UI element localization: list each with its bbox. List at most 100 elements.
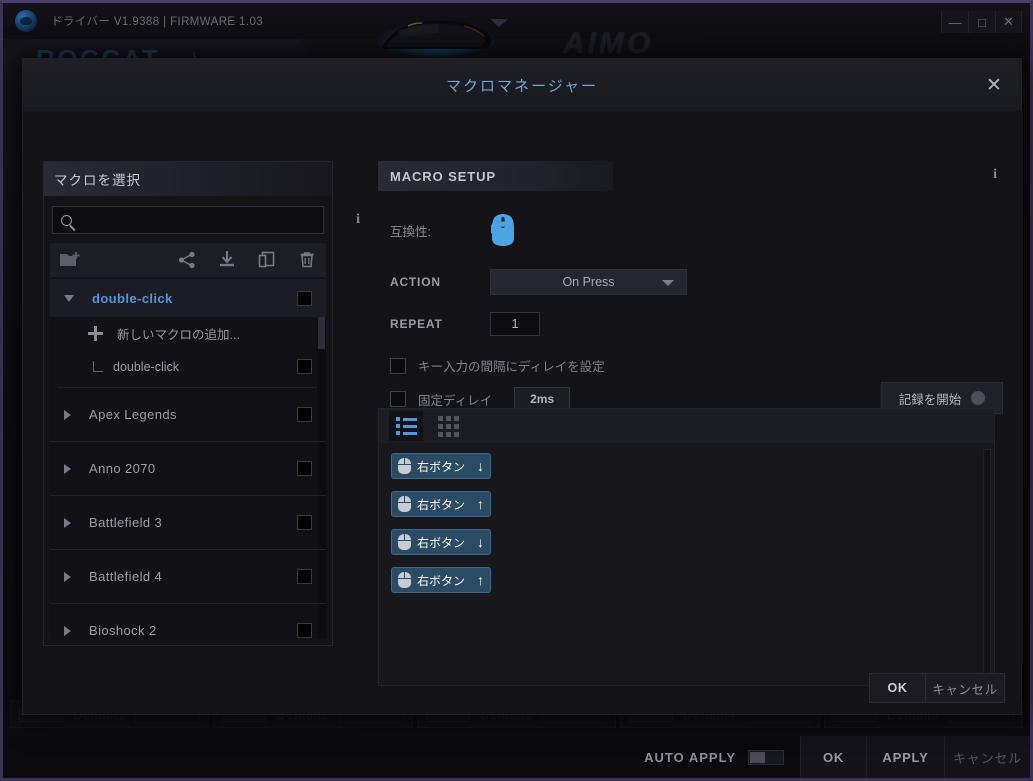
macro-color-box[interactable]	[297, 359, 312, 374]
start-recording-label: 記録を開始	[898, 392, 962, 407]
macro-group-label: Battlefield 4	[89, 569, 163, 584]
dialog-footer: OK キャンセル	[23, 662, 1023, 714]
fixed-delay-checkbox[interactable]	[390, 391, 406, 407]
apply-button[interactable]: APPLY	[866, 736, 944, 778]
macro-event-item[interactable]: 右ボタン ↑	[391, 491, 491, 517]
mouse-compat-icon	[491, 214, 514, 246]
event-direction-icon: ↓	[477, 534, 484, 550]
list-view-icon	[395, 417, 417, 435]
group-color-box[interactable]	[297, 569, 312, 584]
delay-between-label: キー入力の間隔にディレイを設定	[418, 360, 605, 374]
import-icon[interactable]	[218, 251, 236, 269]
compatibility-row: 互換性:	[378, 213, 1003, 247]
repeat-input[interactable]: 1	[490, 312, 540, 336]
info-icon[interactable]: i	[993, 167, 997, 182]
mouse-button-icon	[398, 534, 411, 550]
auto-apply-label: AUTO APPLY	[644, 749, 736, 765]
roccat-logo-icon	[15, 10, 37, 32]
window-controls: — □ ✕	[941, 11, 1022, 33]
dialog-ok-button[interactable]: OK	[869, 673, 925, 703]
macro-child-label: double-click	[113, 359, 180, 374]
cancel-button[interactable]: キャンセル	[944, 736, 1030, 778]
chevron-right-icon[interactable]	[64, 409, 71, 420]
view-toggle-bar	[379, 409, 994, 443]
add-new-macro-item[interactable]: 新しいマクロの追加...	[50, 317, 326, 350]
macro-group-label: double-click	[92, 290, 173, 306]
dialog-title: マクロマネージャー	[446, 77, 598, 95]
macro-event-item[interactable]: 右ボタン ↓	[391, 453, 491, 479]
dialog-close-icon[interactable]: ✕	[981, 72, 1007, 98]
repeat-row: REPEAT 1	[378, 312, 1003, 336]
macro-setup-title: MACRO SETUP	[390, 168, 496, 184]
roccat-swarm-app: ROCCAT ⌇ Default1 Default2 Default3 Defa…	[0, 0, 1033, 781]
macro-group-selected[interactable]: double-click	[50, 279, 326, 317]
macro-group-row[interactable]: Bioshock 2	[50, 604, 326, 639]
macro-group-label: Battlefield 3	[89, 515, 163, 530]
version-text: ドライバー V1.9388 | FIRMWARE 1.03	[51, 16, 264, 28]
chevron-down-icon	[662, 280, 674, 286]
app-titlebar: ドライバー V1.9388 | FIRMWARE 1.03 AIMO — □ ✕	[3, 3, 1030, 60]
new-folder-icon[interactable]	[60, 251, 82, 269]
chevron-right-icon[interactable]	[64, 517, 71, 528]
list-view-button[interactable]	[389, 411, 423, 441]
app-bottom-bar: AUTO APPLY OK APPLY キャンセル	[3, 736, 1030, 778]
macro-list[interactable]: double-click 新しいマクロの追加... double-click A…	[50, 279, 326, 639]
macro-group-label: Apex Legends	[89, 407, 177, 422]
macro-setup-panel: MACRO SETUP i 互換性: ACTION On Press REPEA…	[378, 161, 1003, 686]
info-icon[interactable]: i	[356, 212, 360, 227]
macro-child-item[interactable]: double-click	[50, 350, 326, 383]
macro-event-item[interactable]: 右ボタン ↑	[391, 567, 491, 593]
macro-select-panel: マクロを選択 i double-click 新しいマクロの追加... doubl…	[43, 161, 360, 646]
macro-group-row[interactable]: Battlefield 4	[50, 550, 326, 604]
grid-view-button[interactable]	[431, 411, 465, 441]
macro-group-row[interactable]: Anno 2070	[50, 442, 326, 496]
search-input[interactable]	[80, 213, 315, 227]
ok-button[interactable]: OK	[800, 736, 866, 778]
macro-select-header: マクロを選択	[44, 162, 332, 196]
chevron-right-icon[interactable]	[64, 571, 71, 582]
fixed-delay-label: 固定ディレイ	[418, 393, 493, 408]
chevron-right-icon[interactable]	[64, 463, 71, 474]
minimize-button[interactable]: —	[941, 11, 968, 33]
maximize-button[interactable]: □	[968, 11, 995, 33]
group-color-box[interactable]	[297, 290, 312, 306]
mouse-button-icon	[398, 496, 411, 512]
macro-group-row[interactable]: Apex Legends	[50, 388, 326, 442]
group-color-box[interactable]	[297, 515, 312, 530]
macro-toolbar	[50, 243, 326, 277]
delay-between-checkbox[interactable]	[390, 357, 406, 374]
macro-event-panel: 右ボタン ↓ 右ボタン ↑ 右ボタン ↓ 右ボタン ↑	[378, 408, 995, 686]
event-label: 右ボタン	[417, 497, 466, 512]
compatibility-label: 互換性:	[390, 224, 431, 239]
macro-group-label: Bioshock 2	[89, 623, 157, 638]
group-color-box[interactable]	[297, 407, 312, 422]
action-row: ACTION On Press	[378, 269, 1003, 295]
close-button[interactable]: ✕	[995, 11, 1022, 33]
macro-manager-dialog: マクロマネージャー ✕ マクロを選択 i double-click 新しいマクロ…	[22, 58, 1023, 715]
chevron-right-icon[interactable]	[64, 625, 71, 636]
delete-icon[interactable]	[298, 251, 316, 269]
macro-select-title: マクロを選択	[54, 173, 141, 188]
share-icon[interactable]	[178, 251, 196, 269]
chevron-down-icon[interactable]	[490, 19, 508, 27]
macro-setup-header: MACRO SETUP	[378, 161, 613, 191]
macro-group-label: Anno 2070	[89, 461, 156, 476]
action-label: ACTION	[390, 275, 441, 289]
dialog-cancel-button[interactable]: キャンセル	[925, 673, 1005, 703]
grid-view-icon	[437, 415, 459, 437]
mouse-button-icon	[398, 458, 411, 474]
search-box[interactable]	[52, 206, 324, 234]
macro-event-item[interactable]: 右ボタン ↓	[391, 529, 491, 555]
action-select[interactable]: On Press	[490, 269, 687, 295]
search-icon	[61, 214, 72, 226]
group-color-box[interactable]	[297, 623, 312, 638]
macro-event-list[interactable]: 右ボタン ↓ 右ボタン ↑ 右ボタン ↓ 右ボタン ↑	[379, 443, 994, 685]
mouse-product-image	[376, 20, 496, 57]
auto-apply-toggle[interactable]	[748, 749, 784, 765]
copy-icon[interactable]	[258, 251, 276, 269]
event-label: 右ボタン	[417, 573, 466, 588]
group-color-box[interactable]	[297, 461, 312, 476]
chevron-down-icon[interactable]	[64, 294, 74, 302]
event-list-scrollbar[interactable]	[983, 449, 991, 677]
macro-group-row[interactable]: Battlefield 3	[50, 496, 326, 550]
